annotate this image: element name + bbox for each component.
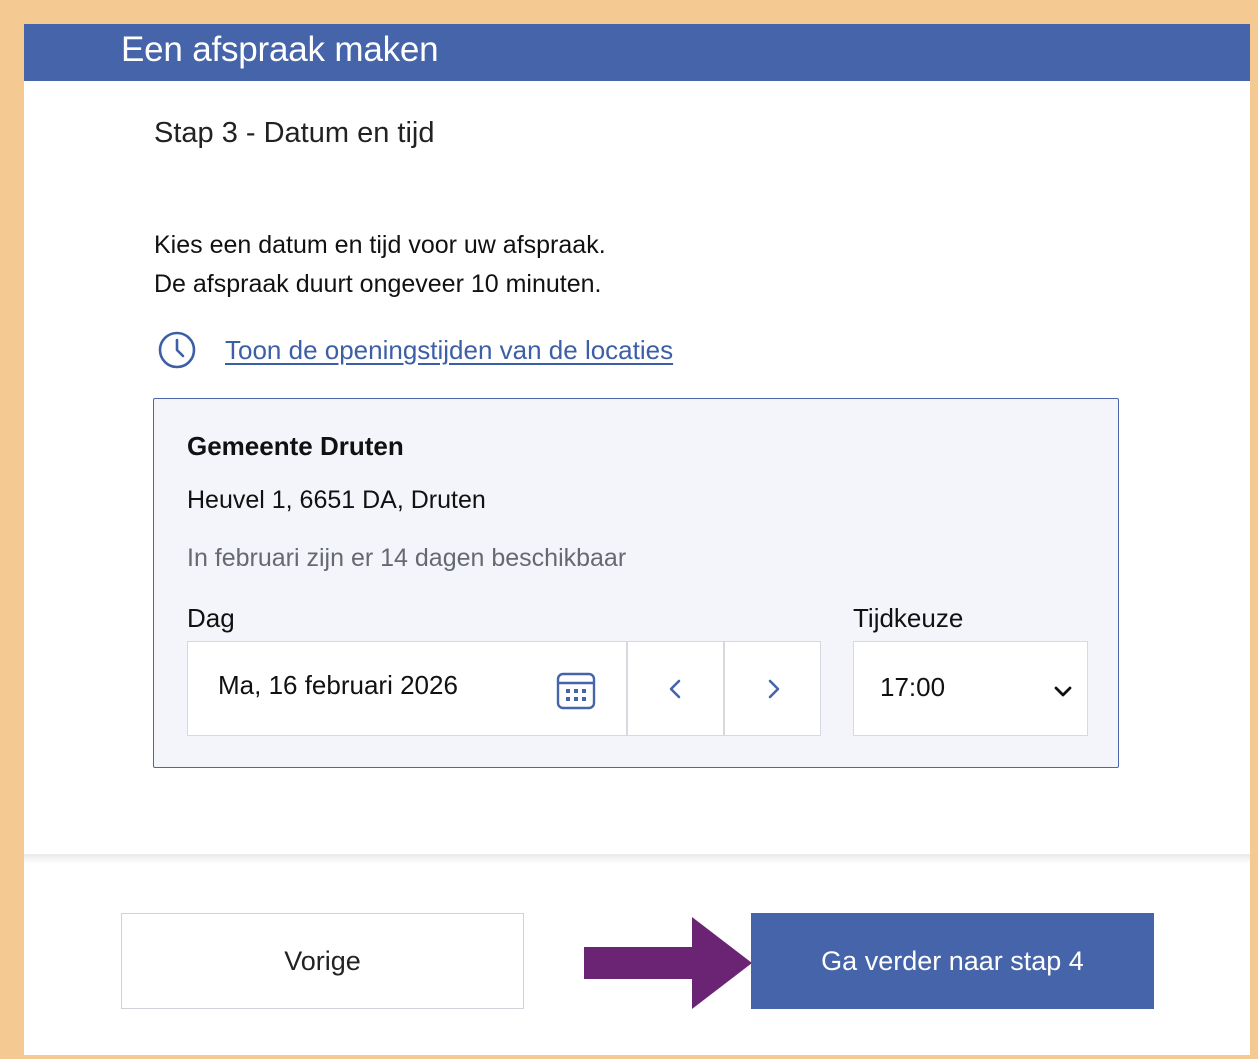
time-select[interactable]: 17:00 (853, 641, 1088, 736)
time-label: Tijdkeuze (853, 603, 964, 633)
previous-day-button[interactable] (627, 641, 724, 736)
header-bar: Een afspraak maken (24, 24, 1250, 81)
next-day-button[interactable] (724, 641, 821, 736)
intro-text: Kies een datum en tijd voor uw afspraak.… (154, 226, 606, 304)
clock-icon (158, 331, 196, 369)
calendar-icon[interactable] (555, 669, 597, 711)
location-name: Gemeente Druten (187, 431, 404, 461)
date-value: Ma, 16 februari 2026 (218, 670, 458, 700)
intro-line-2: De afspraak duurt ongeveer 10 minuten. (154, 270, 602, 298)
page-title: Een afspraak maken (121, 30, 439, 69)
footer-divider (24, 854, 1250, 864)
day-label: Dag (187, 603, 235, 633)
chevron-down-icon (1054, 686, 1072, 697)
arrow-right-icon (584, 917, 752, 1009)
chevron-right-icon (768, 679, 779, 698)
page-frame: Een afspraak maken Stap 3 - Datum en tij… (24, 24, 1250, 1055)
location-address: Heuvel 1, 6651 DA, Druten (187, 486, 486, 514)
continue-step-4-button[interactable]: Ga verder naar stap 4 (751, 913, 1154, 1009)
date-input[interactable]: Ma, 16 februari 2026 (187, 641, 627, 736)
chevron-left-icon (669, 679, 680, 698)
time-value: 17:00 (880, 672, 946, 702)
availability-text: In februari zijn er 14 dagen beschikbaar (187, 544, 627, 572)
opening-hours-link[interactable]: Toon de openingstijden van de locaties (157, 330, 673, 370)
previous-button[interactable]: Vorige (121, 913, 524, 1009)
intro-line-1: Kies een datum en tijd voor uw afspraak. (154, 231, 606, 259)
location-card: Gemeente Druten Heuvel 1, 6651 DA, Drute… (153, 398, 1119, 768)
step-title: Stap 3 - Datum en tijd (154, 117, 435, 149)
opening-hours-link-label[interactable]: Toon de openingstijden van de locaties (225, 335, 673, 365)
